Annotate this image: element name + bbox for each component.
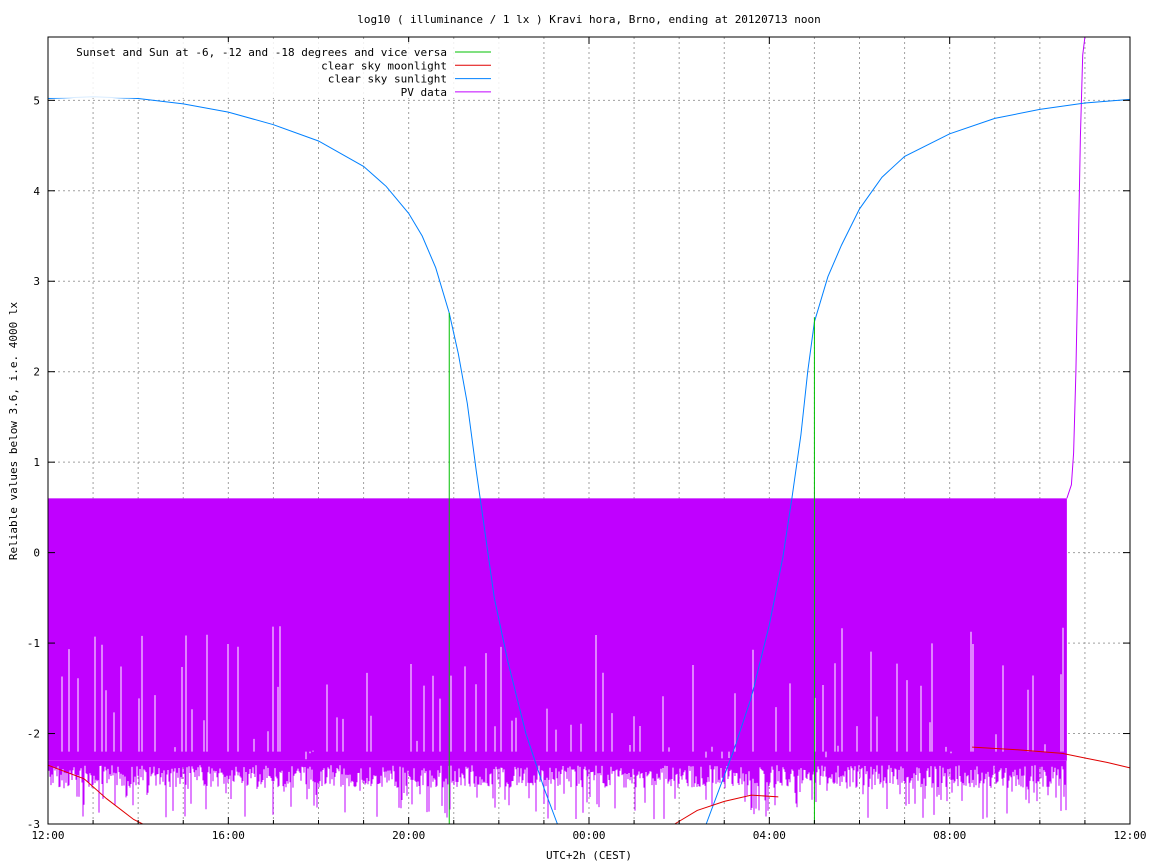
x-axis-label: UTC+2h (CEST) <box>546 849 632 862</box>
y-tick-label: -2 <box>27 728 40 741</box>
y-axis-label: Reliable values below 3.6, i.e. 4000 lx <box>7 301 20 560</box>
x-tick-label: 00:00 <box>572 829 605 842</box>
chart-title: log10 ( illuminance / 1 lx ) Kravi hora,… <box>357 13 821 26</box>
x-tick-label: 20:00 <box>392 829 425 842</box>
y-tick-label: -1 <box>27 637 40 650</box>
legend-label: clear sky sunlight <box>328 73 447 86</box>
y-tick-label: 0 <box>33 547 40 560</box>
y-tick-label: 3 <box>33 275 40 288</box>
chart: 12:00 16:00 20:00 00:00 04:00 08:00 12:00-3-2-… <box>7 13 1147 862</box>
x-tick-label: 04:00 <box>753 829 786 842</box>
legend-label: Sunset and Sun at -6, -12 and -18 degree… <box>76 46 447 59</box>
legend-label: PV data <box>401 86 447 99</box>
legend: Sunset and Sun at -6, -12 and -18 degree… <box>50 42 500 99</box>
x-tick-label: 08:00 <box>933 829 966 842</box>
x-tick-label: 12:00 <box>1113 829 1146 842</box>
legend-label: clear sky moonlight <box>321 59 447 72</box>
x-tick-label: 16:00 <box>212 829 245 842</box>
y-tick-label: 1 <box>33 456 40 469</box>
y-tick-label: -3 <box>27 818 40 831</box>
pv-data-band <box>48 498 1067 761</box>
y-tick-label: 4 <box>33 185 40 198</box>
y-tick-label: 5 <box>33 94 40 107</box>
y-tick-label: 2 <box>33 366 40 379</box>
